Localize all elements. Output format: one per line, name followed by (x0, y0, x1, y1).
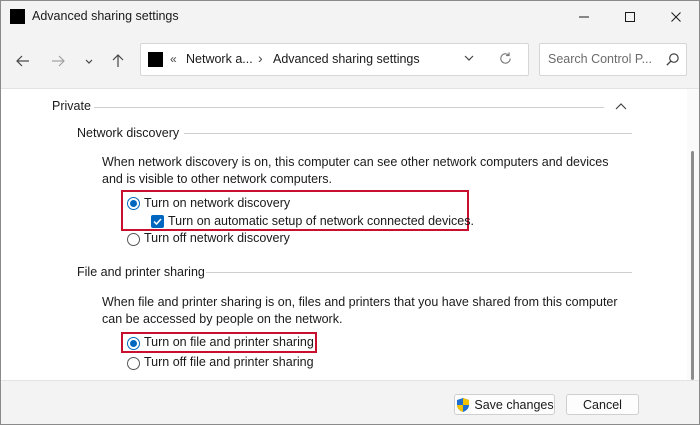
save-changes-label: Save changes (474, 397, 554, 412)
profile-heading: Private (52, 99, 91, 113)
advanced-sharing-window: Advanced sharing settings « Network a... (0, 0, 700, 425)
maximize-icon (625, 11, 635, 22)
network-discovery-divider (184, 133, 632, 134)
radio-file-printer-sharing-on[interactable] (127, 337, 140, 350)
refresh-icon (500, 52, 511, 64)
label-file-printer-sharing-on[interactable]: Turn on file and printer sharing (144, 335, 314, 349)
address-dropdown[interactable] (463, 52, 475, 67)
search-icon (666, 53, 679, 66)
refresh-button[interactable] (498, 51, 513, 69)
label-network-discovery-off[interactable]: Turn off network discovery (144, 231, 290, 245)
close-icon (671, 11, 681, 22)
close-button[interactable] (653, 1, 699, 32)
search-input[interactable]: Search Control P... (548, 52, 654, 66)
window-title: Advanced sharing settings (32, 9, 179, 23)
scrollbar-thumb[interactable] (691, 151, 694, 380)
vertical-scrollbar[interactable] (687, 89, 699, 380)
forward-button[interactable] (47, 50, 69, 72)
dialog-footer: Save changes Cancel (1, 380, 699, 424)
cancel-label: Cancel (583, 397, 622, 412)
minimize-button[interactable] (561, 1, 607, 32)
label-auto-setup[interactable]: Turn on automatic setup of network conne… (168, 214, 474, 228)
maximize-button[interactable] (607, 1, 653, 32)
checkbox-auto-setup[interactable] (151, 215, 164, 228)
cancel-button[interactable]: Cancel (566, 394, 639, 415)
app-icon (10, 9, 25, 24)
breadcrumb-separator[interactable]: › (258, 50, 263, 66)
chevron-down-icon (464, 55, 474, 61)
recent-locations-button[interactable] (78, 50, 100, 72)
arrow-left-icon (16, 55, 29, 67)
address-bar[interactable]: « Network a... › Advanced sharing settin… (140, 43, 529, 76)
search-box[interactable]: Search Control P... (539, 43, 687, 76)
save-changes-button[interactable]: Save changes (454, 394, 555, 415)
file-printer-sharing-divider (206, 272, 632, 273)
back-button[interactable] (12, 50, 34, 72)
label-file-printer-sharing-off[interactable]: Turn off file and printer sharing (144, 355, 314, 369)
file-printer-sharing-heading: File and printer sharing (77, 265, 205, 279)
radio-network-discovery-on[interactable] (127, 197, 140, 210)
collapse-profile-button[interactable] (615, 101, 627, 115)
breadcrumb-current[interactable]: Advanced sharing settings (273, 52, 420, 66)
title-bar[interactable]: Advanced sharing settings (1, 1, 699, 32)
radio-network-discovery-off[interactable] (127, 233, 140, 246)
settings-content: Private Network discovery When network d… (1, 89, 699, 380)
uac-shield-icon (457, 397, 470, 412)
profile-divider (94, 107, 604, 108)
network-discovery-description: When network discovery is on, this compu… (102, 155, 609, 186)
navigation-bar: « Network a... › Advanced sharing settin… (1, 32, 699, 89)
breadcrumb-overflow[interactable]: « (170, 52, 177, 66)
chevron-down-icon (85, 59, 93, 64)
label-network-discovery-on[interactable]: Turn on network discovery (144, 196, 290, 210)
network-discovery-heading: Network discovery (77, 126, 180, 140)
checkmark-icon (153, 218, 162, 226)
up-button[interactable] (107, 50, 129, 72)
chevron-up-icon (615, 103, 627, 110)
radio-file-printer-sharing-off[interactable] (127, 357, 140, 370)
search-button[interactable] (665, 52, 680, 70)
arrow-up-icon (112, 54, 124, 67)
control-panel-icon (148, 52, 163, 67)
breadcrumb-network[interactable]: Network a... (186, 52, 253, 66)
arrow-right-icon (52, 55, 65, 67)
file-printer-sharing-description: When file and printer sharing is on, fil… (102, 295, 618, 326)
minimize-icon (579, 16, 589, 17)
